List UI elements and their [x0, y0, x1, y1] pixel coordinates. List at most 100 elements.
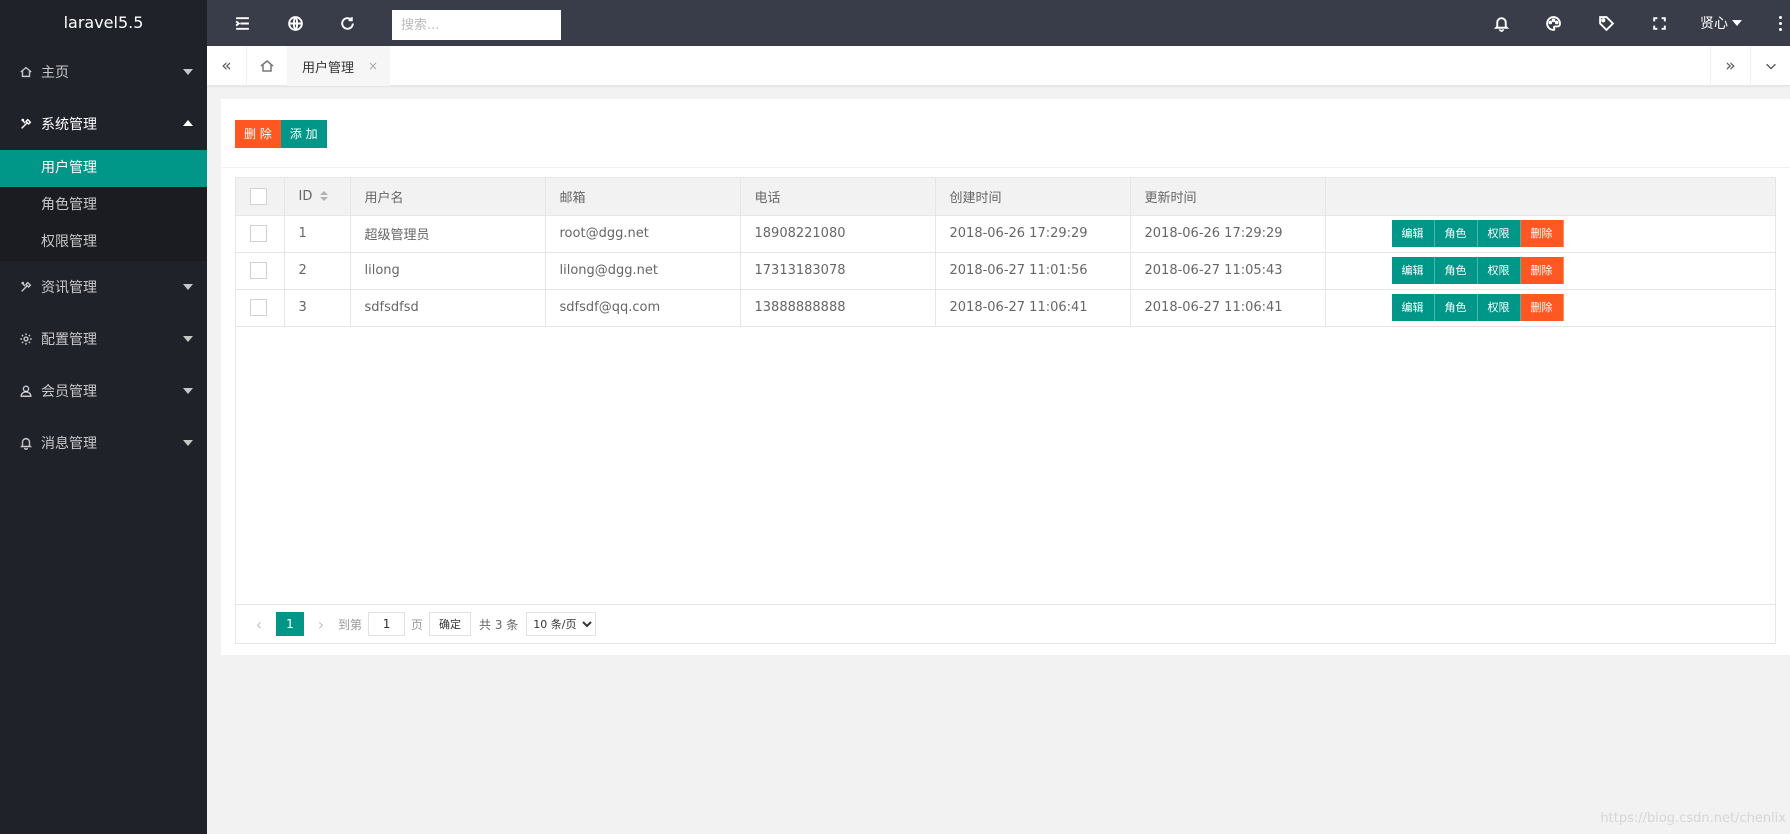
user-icon	[18, 384, 33, 399]
cell-phone: 18908221080	[740, 215, 936, 253]
chevron-down-icon	[183, 388, 193, 394]
role-button[interactable]: 角色	[1434, 220, 1478, 247]
sidebar-item-label: 消息管理	[41, 436, 97, 452]
caret-down-icon	[1732, 20, 1742, 26]
row-checkbox[interactable]	[250, 262, 267, 279]
gear-icon	[18, 332, 33, 347]
chevron-down-icon	[183, 69, 193, 75]
row-delete-button[interactable]: 删除	[1520, 294, 1564, 321]
globe-icon[interactable]	[273, 0, 317, 46]
sidebar-item-user-management[interactable]: 用户管理	[0, 150, 207, 187]
sidebar-item-role-management[interactable]: 角色管理	[0, 187, 207, 224]
watermark: https://blog.csdn.net/chenlix	[1600, 811, 1786, 826]
sidebar-item-news[interactable]: 资讯管理	[0, 261, 207, 313]
sidebar-item-messages[interactable]: 消息管理	[0, 417, 207, 469]
select-all-checkbox[interactable]	[250, 187, 267, 205]
divider	[221, 167, 1790, 168]
sidebar: 主页 系统管理 用户管理 角色管理 权限管理 资讯管理 配置管理 会员管理 消息…	[0, 46, 207, 834]
cell-updated: 2018-06-27 11:05:43	[1130, 252, 1326, 290]
home-icon	[260, 60, 274, 72]
sidebar-item-permission-management[interactable]: 权限管理	[0, 224, 207, 261]
tab-scroll-right-icon[interactable]: »	[1710, 46, 1750, 86]
delete-button[interactable]: 删 除	[235, 120, 281, 148]
row-actions: 编辑 角色 权限 删除	[1391, 257, 1776, 284]
page-current[interactable]: 1	[276, 612, 304, 636]
tab-user-management[interactable]: 用户管理 ×	[287, 46, 391, 86]
permission-button[interactable]: 权限	[1477, 220, 1521, 247]
role-button[interactable]: 角色	[1434, 257, 1478, 284]
fullscreen-icon[interactable]	[1637, 0, 1681, 46]
sort-icon[interactable]	[320, 191, 329, 202]
cell-username: lilong	[350, 252, 546, 290]
user-name: 贤心	[1700, 16, 1728, 32]
goto-label: 到第	[338, 617, 363, 632]
next-page-icon[interactable]: ›	[310, 615, 332, 634]
permission-button[interactable]: 权限	[1477, 257, 1521, 284]
row-checkbox[interactable]	[250, 225, 267, 242]
prev-page-icon[interactable]: ‹	[248, 615, 270, 634]
cell-id: 1	[284, 215, 351, 253]
menu-fold-icon[interactable]	[220, 0, 264, 46]
permission-button[interactable]: 权限	[1477, 294, 1521, 321]
sidebar-item-label: 主页	[41, 65, 69, 81]
cell-id: 3	[284, 289, 351, 327]
sidebar-item-label: 资讯管理	[41, 280, 97, 296]
tab-menu-button[interactable]	[1750, 46, 1790, 86]
edit-button[interactable]: 编辑	[1391, 257, 1435, 284]
sidebar-item-home[interactable]: 主页	[0, 46, 207, 98]
theme-icon[interactable]	[1531, 0, 1575, 46]
sidebar-item-label: 会员管理	[41, 384, 97, 400]
search-input[interactable]	[392, 10, 561, 40]
sidebar-item-config[interactable]: 配置管理	[0, 313, 207, 365]
column-header-username: 用户名	[350, 178, 546, 216]
row-delete-button[interactable]: 删除	[1520, 257, 1564, 284]
cell-created: 2018-06-27 11:01:56	[935, 252, 1131, 290]
column-header-created: 创建时间	[935, 178, 1131, 216]
tab-bar: « 用户管理 × »	[207, 46, 1790, 86]
column-header-actions	[1325, 178, 1775, 216]
cell-email: root@dgg.net	[545, 215, 741, 253]
cell-username: sdfsdfsd	[350, 289, 546, 327]
tab-home[interactable]	[247, 46, 287, 86]
sidebar-item-label: 配置管理	[41, 332, 97, 348]
sidebar-item-members[interactable]: 会员管理	[0, 365, 207, 417]
sidebar-item-system[interactable]: 系统管理	[0, 98, 207, 150]
top-header: laravel5.5 贤心	[0, 0, 1790, 46]
tools-icon	[18, 117, 33, 132]
app-logo[interactable]: laravel5.5	[0, 0, 207, 46]
sidebar-item-label: 系统管理	[41, 117, 97, 133]
chevron-down-icon	[183, 284, 193, 290]
row-checkbox[interactable]	[250, 299, 267, 316]
column-header-email: 邮箱	[545, 178, 741, 216]
bell-icon	[18, 436, 33, 451]
home-icon	[18, 65, 33, 80]
add-button[interactable]: 添 加	[280, 120, 327, 148]
goto-confirm-button[interactable]: 确定	[429, 612, 472, 636]
tools-icon	[18, 280, 33, 295]
goto-page-input[interactable]	[368, 612, 406, 636]
table-row: 3 sdfsdfsd sdfsdf@qq.com 13888888888 201…	[236, 289, 1775, 327]
role-button[interactable]: 角色	[1434, 294, 1478, 321]
refresh-icon[interactable]	[325, 0, 369, 46]
cell-email: sdfsdf@qq.com	[545, 289, 741, 327]
column-header-id[interactable]: ID	[284, 178, 351, 216]
edit-button[interactable]: 编辑	[1391, 220, 1435, 247]
tab-scroll-left-icon[interactable]: «	[207, 46, 247, 86]
chevron-down-icon	[1765, 63, 1776, 70]
close-icon[interactable]: ×	[368, 59, 378, 73]
bell-icon[interactable]	[1479, 0, 1523, 46]
cell-updated: 2018-06-27 11:06:41	[1130, 289, 1326, 327]
row-delete-button[interactable]: 删除	[1520, 220, 1564, 247]
cell-created: 2018-06-27 11:06:41	[935, 289, 1131, 327]
cell-created: 2018-06-26 17:29:29	[935, 215, 1131, 253]
edit-button[interactable]: 编辑	[1391, 294, 1435, 321]
user-menu[interactable]: 贤心	[1700, 0, 1742, 46]
cell-id: 2	[284, 252, 351, 290]
cell-username: 超级管理员	[350, 215, 546, 253]
page-label: 页	[411, 617, 424, 632]
cell-phone: 17313183078	[740, 252, 936, 290]
tag-icon[interactable]	[1584, 0, 1628, 46]
more-icon[interactable]	[1770, 0, 1790, 46]
per-page-select[interactable]: 10 条/页	[526, 612, 597, 636]
select-all-cell	[236, 178, 285, 216]
